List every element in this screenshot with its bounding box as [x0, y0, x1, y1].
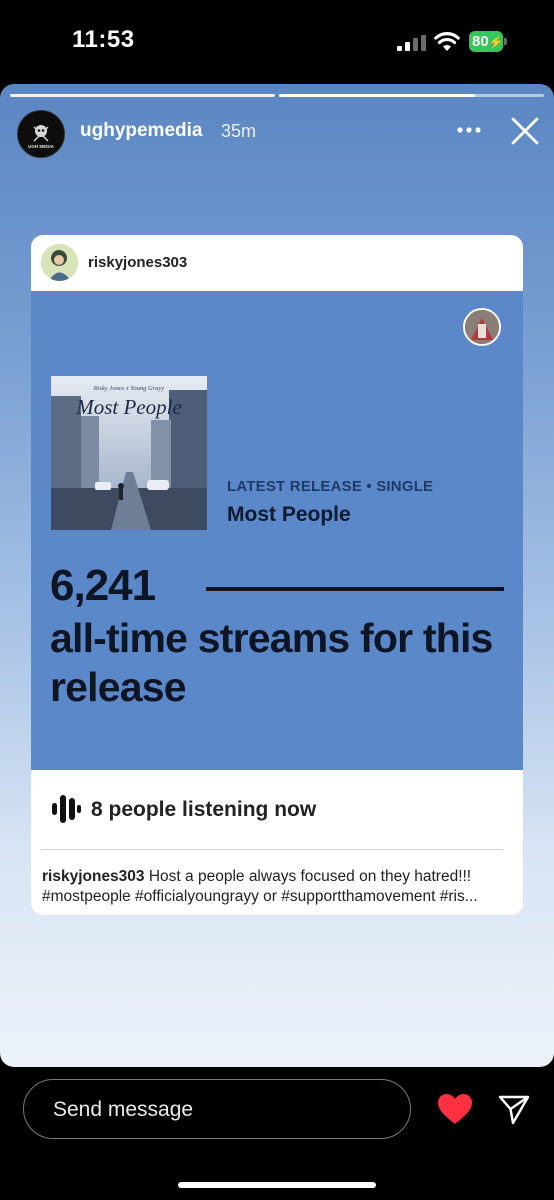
- story-progress-segment-current: [279, 94, 544, 97]
- home-indicator[interactable]: [178, 1182, 376, 1188]
- release-title: Most People: [227, 503, 351, 526]
- streams-caption: all-time streams for this release: [50, 615, 493, 710]
- cellular-signal-icon: [397, 35, 426, 51]
- card-header: riskyjones303: [31, 235, 523, 291]
- listening-now-text: 8 people listening now: [91, 798, 317, 821]
- release-kicker: LATEST RELEASE • SINGLE: [227, 478, 434, 495]
- card-username[interactable]: riskyjones303: [88, 254, 187, 271]
- send-icon[interactable]: [498, 1093, 530, 1125]
- spotify-release-panel: Risky Jones x Young Grayy Most People LA…: [31, 291, 523, 770]
- shared-post-card[interactable]: riskyjones303 Risky Jones x Young Grayy …: [31, 235, 523, 915]
- user-photo-icon: [41, 244, 78, 281]
- album-cover-title: Most People: [75, 395, 182, 419]
- card-divider: [41, 849, 503, 850]
- streams-count: 6,241: [50, 561, 156, 610]
- send-message-input[interactable]: Send message: [23, 1079, 411, 1139]
- status-time: 11:53: [72, 26, 135, 53]
- account-username[interactable]: ughypemedia: [80, 120, 202, 142]
- send-message-placeholder: Send message: [53, 1098, 194, 1121]
- battery-level: 80: [472, 33, 489, 50]
- post-caption[interactable]: riskyjones303 Host a people always focus…: [42, 867, 512, 907]
- status-bar: 11:53 80⚡: [0, 0, 554, 82]
- streams-divider: [206, 587, 504, 591]
- album-art-icon: Risky Jones x Young Grayy Most People: [51, 376, 207, 530]
- story-viewer[interactable]: UGH MEDIA ughypemedia 35m riskyjones303: [0, 84, 554, 1067]
- sound-bars-icon: [52, 795, 81, 823]
- battery-icon: 80⚡: [469, 31, 509, 52]
- close-icon[interactable]: [510, 116, 540, 146]
- artist-avatar: [463, 308, 501, 346]
- heart-icon[interactable]: [437, 1093, 473, 1125]
- post-time: 35m: [221, 121, 257, 141]
- card-user-avatar[interactable]: [41, 244, 78, 281]
- album-cover-artists: Risky Jones x Young Grayy: [93, 385, 165, 392]
- listening-now-row: 8 people listening now: [31, 770, 523, 844]
- caption-username[interactable]: riskyjones303: [42, 868, 145, 885]
- caption-text: Host a people always focused on they hat…: [148, 868, 472, 885]
- caption-hashtags: #mostpeople #officialyoungrayy or #suppo…: [42, 888, 478, 905]
- account-avatar[interactable]: UGH MEDIA: [17, 110, 65, 158]
- wifi-icon: [434, 32, 460, 51]
- album-cover: Risky Jones x Young Grayy Most People: [51, 376, 207, 530]
- artist-photo-icon: [465, 310, 499, 344]
- account-avatar-text: UGH MEDIA: [28, 144, 55, 149]
- story-progress-segment: [10, 94, 275, 97]
- skull-logo-icon: UGH MEDIA: [18, 111, 64, 157]
- more-horizontal-icon[interactable]: [456, 126, 482, 134]
